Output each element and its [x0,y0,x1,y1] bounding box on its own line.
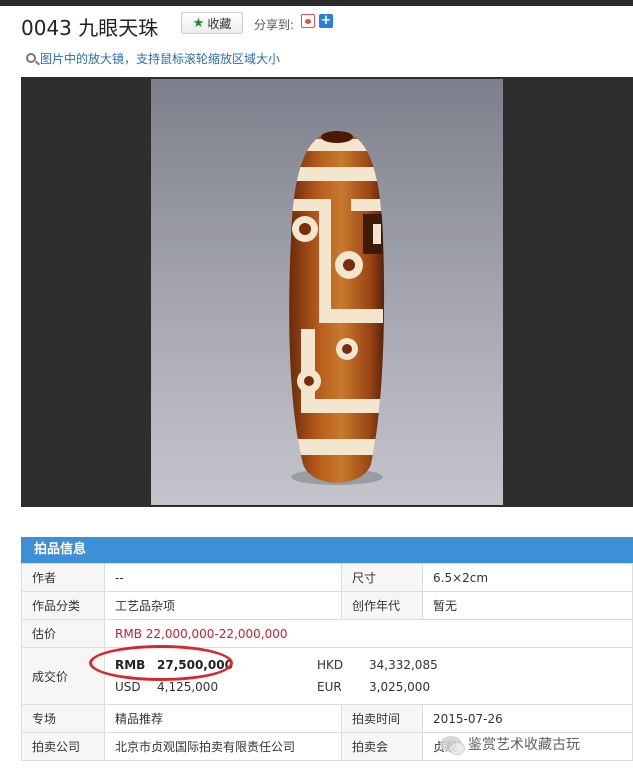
auction-time-label: 拍卖时间 [341,704,423,733]
wechat-icon [440,736,465,755]
category-label: 作品分类 [21,591,105,620]
rmb-value: 27,500,000 [157,658,233,672]
era-value: 暂无 [422,591,633,620]
table-row: 估价 RMB 22,000,000-22,000,000 [21,619,633,648]
company-label: 拍卖公司 [21,732,105,761]
hkd-value: 34,332,085 [369,658,438,672]
session-label: 专场 [21,704,105,733]
estimate-label: 估价 [21,619,105,648]
rmb-currency: RMB [115,658,146,672]
table-row: 专场 精品推荐 拍卖时间 2015-07-26 [21,704,633,733]
hkd-currency: HKD [317,658,344,672]
product-photo[interactable] [151,79,503,505]
company-value[interactable]: 北京市贞观国际拍卖有限责任公司 [104,732,342,761]
era-label: 创作年代 [341,591,423,620]
zoom-hint-text[interactable]: 图片中的放大镜，支持鼠标滚轮缩放区域大小 [40,50,280,67]
category-value: 工艺品杂项 [104,591,342,620]
share-label: 分享到: [254,18,295,32]
session-value[interactable]: 精品推荐 [104,704,342,733]
favorite-button[interactable]: ★ 收藏 [181,12,243,34]
auction-label: 拍卖会 [341,732,423,761]
size-label: 尺寸 [341,563,423,592]
lot-title: 0043 九眼天珠 [21,16,159,40]
watermark-text: 鉴赏艺术收藏古玩 [468,737,580,753]
top-strip [0,0,633,6]
weibo-share-icon[interactable] [301,14,315,28]
usd-currency: USD [115,680,141,694]
size-value: 6.5×2cm [422,563,633,592]
table-row: 成交价 RMB 27,500,000 HKD 34,332,085 USD 4,… [21,647,633,705]
author-value: -- [104,563,342,592]
lot-header: 0043 九眼天珠 ★ 收藏 分享到: + [0,10,633,42]
auction-time-value: 2015-07-26 [422,704,633,733]
zoom-hint: 图片中的放大镜，支持鼠标滚轮缩放区域大小 [26,50,280,66]
magnifier-icon [26,53,36,63]
lot-info-header: 拍品信息 [21,537,633,563]
deal-values: RMB 27,500,000 HKD 34,332,085 USD 4,125,… [104,647,633,705]
watermark: 鉴赏艺术收藏古玩 [440,734,580,755]
table-row: 作品分类 工艺品杂项 创作年代 暂无 [21,591,633,620]
lot-info-table: 作者 -- 尺寸 6.5×2cm 作品分类 工艺品杂项 创作年代 暂无 估价 R… [21,563,633,761]
star-icon: ★ [192,15,205,31]
favorite-label: 收藏 [207,16,232,31]
eur-currency: EUR [317,680,342,694]
image-viewer[interactable] [21,77,633,507]
table-row: 作者 -- 尺寸 6.5×2cm [21,563,633,592]
add-share-icon[interactable]: + [319,14,333,28]
estimate-value: RMB 22,000,000-22,000,000 [104,619,633,648]
author-label: 作者 [21,563,105,592]
deal-label: 成交价 [21,647,105,705]
usd-value: 4,125,000 [157,680,219,694]
eur-value: 3,025,000 [369,680,431,694]
